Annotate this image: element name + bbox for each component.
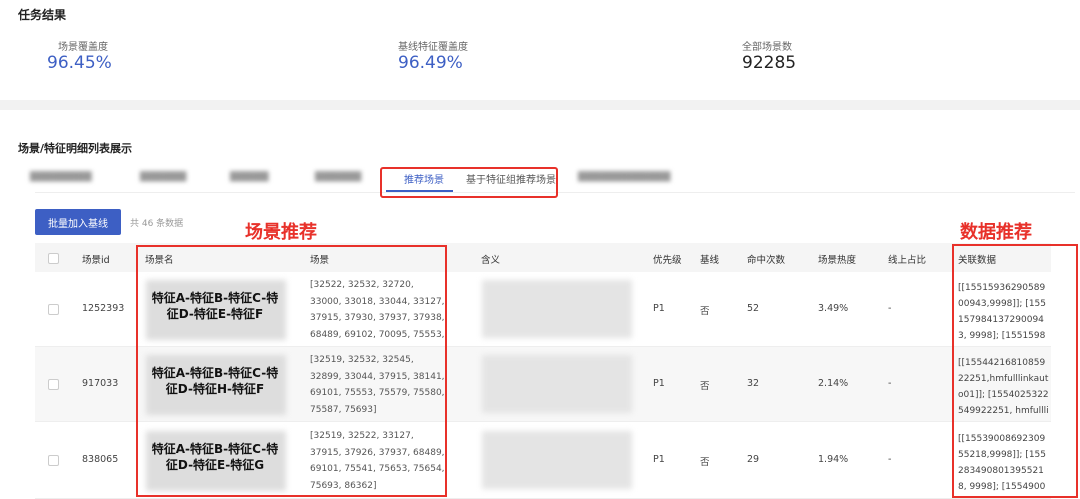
tab-hidden-4[interactable]: ▇▇▇▇▇▇ — [315, 171, 361, 182]
tab-hidden-5[interactable]: ▇▇▇▇▇▇▇▇▇▇▇▇ — [578, 171, 670, 182]
record-count: 共 46 条数据 — [130, 219, 184, 229]
baseline: 否 — [700, 306, 710, 317]
hit-count: 52 — [747, 303, 760, 314]
online-ratio: - — [888, 454, 892, 465]
tab-hidden-2[interactable]: ▇▇▇▇▇▇ — [140, 171, 186, 182]
priority: P1 — [653, 303, 665, 314]
baseline: 否 — [700, 381, 710, 392]
priority: P1 — [653, 454, 665, 465]
hit-count: 32 — [747, 378, 760, 389]
metric-label: 场景覆盖度 — [58, 42, 108, 53]
scene-id: 917033 — [82, 378, 119, 389]
page-title: 任务结果 — [18, 8, 67, 22]
online-ratio: - — [888, 303, 892, 314]
metric-label: 基线特征覆盖度 — [398, 42, 468, 53]
scene-heat: 1.94% — [818, 454, 849, 465]
scene-id: 838065 — [82, 454, 119, 465]
col-hits: 命中次数 — [747, 255, 786, 266]
col-online-ratio: 线上占比 — [888, 255, 927, 266]
metric-value: 96.45% — [47, 53, 112, 73]
metric-value: 92285 — [742, 53, 797, 73]
priority: P1 — [653, 378, 665, 389]
col-meaning: 含义 — [481, 255, 501, 266]
tab-hidden-1[interactable]: ▇▇▇▇▇▇▇▇ — [30, 171, 92, 182]
blurred-meaning — [482, 431, 632, 489]
assoc-column-highlight-box — [952, 244, 1078, 498]
metric-scene-coverage: 场景覆盖度 — [58, 38, 108, 53]
row-checkbox[interactable] — [48, 379, 59, 390]
col-baseline: 基线 — [700, 255, 720, 266]
data-recommend-annotation: 数据推荐 — [960, 222, 1032, 243]
col-priority: 优先级 — [653, 255, 682, 266]
divider-band — [0, 100, 1080, 110]
section-title: 场景/特征明细列表展示 — [18, 142, 133, 155]
row-checkbox[interactable] — [48, 455, 59, 466]
blurred-meaning — [482, 280, 632, 338]
scene-heat: 2.14% — [818, 378, 849, 389]
hit-count: 29 — [747, 454, 760, 465]
blurred-meaning — [482, 355, 632, 413]
batch-add-baseline-button[interactable]: 批量加入基线 — [35, 209, 121, 235]
scene-recommend-annotation: 场景推荐 — [245, 222, 317, 243]
baseline: 否 — [700, 457, 710, 468]
select-all-checkbox[interactable] — [48, 253, 59, 264]
tab-hidden-3[interactable]: ▇▇▇▇▇ — [230, 171, 268, 182]
metric-label: 全部场景数 — [742, 42, 792, 53]
col-heat: 场景热度 — [818, 255, 857, 266]
row-checkbox[interactable] — [48, 304, 59, 315]
online-ratio: - — [888, 378, 892, 389]
scene-columns-highlight-box — [136, 245, 447, 497]
tabs-highlight-box — [380, 167, 558, 198]
scene-id: 1252393 — [82, 303, 125, 314]
metric-value: 96.49% — [398, 53, 463, 73]
col-scene-id: 场景id — [82, 255, 110, 266]
scene-heat: 3.49% — [818, 303, 849, 314]
